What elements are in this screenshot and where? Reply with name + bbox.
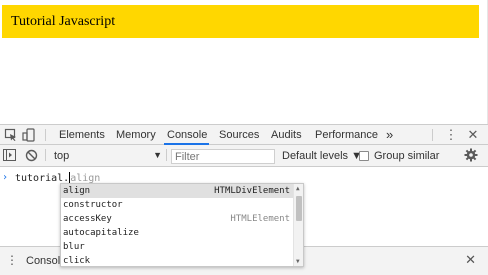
tab-memory[interactable]: Memory [116, 129, 156, 141]
group-similar-checkbox[interactable] [359, 151, 369, 161]
prompt-chevron-icon: › [2, 172, 9, 183]
autocomplete-item[interactable]: align HTMLDivElement [61, 184, 293, 198]
autocomplete-item-type: HTMLElement [230, 214, 290, 224]
group-similar-label: Group similar [374, 150, 440, 162]
tabbar-divider [432, 129, 433, 141]
inspect-element-icon[interactable] [4, 128, 18, 142]
toolbar-divider [166, 149, 167, 161]
context-value: top [54, 150, 70, 162]
dropdown-arrow-icon: ▼ [153, 150, 162, 160]
autocomplete-scroll-thumb[interactable] [296, 196, 302, 221]
autocomplete-item-name: autocapitalize [63, 228, 139, 238]
tab-console[interactable]: Console [167, 129, 207, 141]
scroll-down-arrow-icon[interactable]: ▼ [296, 258, 300, 265]
more-tabs-button[interactable]: » [386, 127, 393, 142]
tab-performance[interactable]: Performance [315, 129, 378, 141]
scroll-up-arrow-icon[interactable]: ▲ [296, 185, 300, 192]
close-devtools-icon[interactable]: ✕ [466, 127, 480, 142]
tab-elements[interactable]: Elements [59, 129, 105, 141]
customize-menu-icon[interactable]: ⋮ [444, 127, 458, 142]
console-settings-gear-icon[interactable] [464, 148, 478, 162]
autocomplete-item[interactable]: autocapitalize [61, 226, 293, 240]
autocomplete-item[interactable]: accessKey HTMLElement [61, 212, 293, 226]
devtools-tabbar: Elements Memory Console Sources Audits P… [0, 124, 488, 145]
tab-sources[interactable]: Sources [219, 129, 259, 141]
toolbar-divider [45, 149, 46, 161]
autocomplete-item[interactable]: blur [61, 240, 293, 254]
autocomplete-item-name: click [63, 256, 91, 266]
autocomplete-item-type: HTMLDivElement [214, 186, 290, 196]
drawer-menu-icon[interactable]: ⋮ [6, 253, 18, 267]
close-drawer-icon[interactable]: ✕ [465, 252, 476, 268]
clear-console-icon[interactable] [25, 149, 39, 163]
tab-audits[interactable]: Audits [271, 129, 302, 141]
log-levels-dropdown[interactable]: Default levels ▼ [282, 150, 362, 162]
tabbar-divider [45, 129, 46, 141]
context-selector[interactable]: top ▼ [52, 150, 162, 163]
page-banner-text: Tutorial Javascript [11, 14, 116, 29]
show-sidebar-icon[interactable] [3, 149, 17, 163]
device-toolbar-icon[interactable] [22, 128, 36, 142]
autocomplete-item-name: blur [63, 242, 85, 252]
filter-input[interactable] [171, 149, 275, 164]
autocomplete-popup: align HTMLDivElement constructor accessK… [60, 183, 304, 267]
autocomplete-scrollbar[interactable]: ▲ ▼ [293, 184, 303, 266]
autocomplete-item[interactable]: click [61, 254, 293, 266]
autocomplete-item-name: accessKey [63, 214, 112, 224]
autocomplete-item-name: align [63, 186, 91, 196]
console-toolbar: top ▼ Default levels ▼ Group similar [0, 145, 488, 167]
page-banner: Tutorial Javascript [2, 5, 479, 38]
autocomplete-item-name: constructor [63, 200, 123, 210]
autocomplete-item[interactable]: constructor [61, 198, 293, 212]
